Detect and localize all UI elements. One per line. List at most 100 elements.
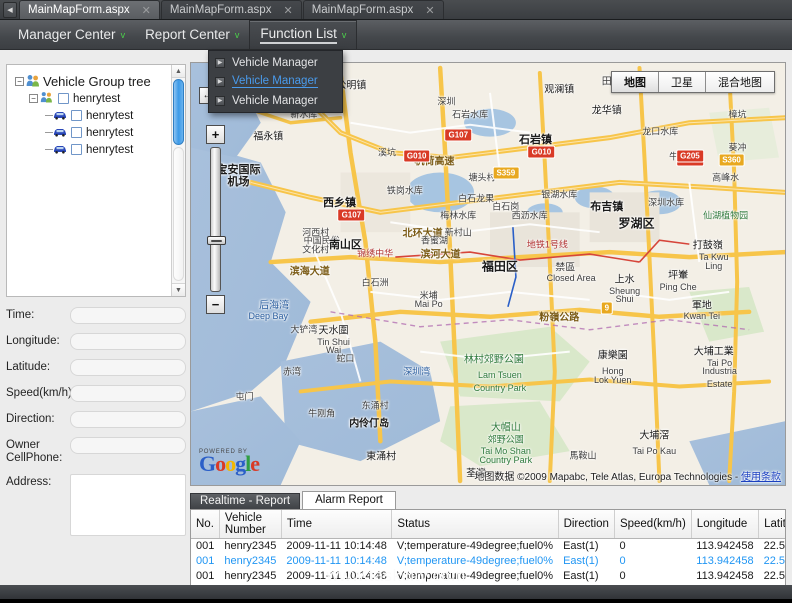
table-cell: 22.555887 xyxy=(763,555,786,567)
table-cell: 001 xyxy=(196,555,215,567)
table-row[interactable]: 001 henry2345 2009-11-11 10:14:48 V;tempera… xyxy=(191,539,785,554)
table-cell: 001 xyxy=(196,570,215,582)
tree-node-checkbox[interactable] xyxy=(71,127,82,138)
window-bottom-bar xyxy=(0,585,792,599)
tree-node-vehicle-1[interactable]: henrytest xyxy=(15,124,171,141)
menu-item-label: Manager Center xyxy=(18,27,116,42)
field-row-0: Time: xyxy=(6,307,186,324)
tree-scrollbar[interactable]: ▲ ▼ xyxy=(171,65,185,296)
table-cell: V;temperature-49degree;fuel0% xyxy=(396,555,554,567)
table-row[interactable]: 001 henry2345 2009-11-11 10:14:48 V;tempera… xyxy=(191,569,785,584)
column-header-5[interactable]: Speed(km/h) xyxy=(614,510,692,539)
browser-tab-2[interactable]: MainMapForm.aspx ✕ xyxy=(302,0,444,19)
terms-of-use-link[interactable]: 使用条款 xyxy=(741,472,781,483)
table-cell: V;temperature-49degree;fuel0% xyxy=(396,540,554,553)
table-row[interactable]: 001 henry2345 2009-11-11 10:14:48 V;tempera… xyxy=(191,554,786,569)
column-header-4[interactable]: Direction xyxy=(558,510,615,539)
column-header-6[interactable]: Longitude xyxy=(691,510,760,539)
scrollbar-track[interactable] xyxy=(173,147,184,281)
map-type-button-0[interactable]: 地图 xyxy=(612,72,659,92)
left-panel: − Vehicle Group tree − henrytest henryte… xyxy=(6,64,186,536)
menu-item-report-center[interactable]: Report Center v xyxy=(135,23,249,47)
tree-node-vehicle-2[interactable]: henrytest xyxy=(15,141,171,158)
zoom-in-button[interactable]: + xyxy=(206,125,225,144)
close-icon[interactable]: ✕ xyxy=(419,4,434,17)
report-tabs: Realtime - Report Alarm Report xyxy=(190,491,786,510)
column-header-0[interactable]: No. xyxy=(191,510,220,539)
tree-vehicle-label: henrytest xyxy=(86,143,134,156)
field-label: Owner CellPhone: xyxy=(6,439,63,464)
field-input[interactable] xyxy=(70,474,186,536)
dropdown-item-1[interactable]: ▶ Vehicle Manager xyxy=(209,72,342,91)
tree-node-root[interactable]: − Vehicle Group tree xyxy=(15,73,171,90)
map-type-switcher[interactable]: 地图 卫星 混合地图 xyxy=(611,71,775,93)
field-input[interactable] xyxy=(70,359,186,376)
column-header-1[interactable]: Vehicle Number xyxy=(219,510,282,539)
scrollbar-thumb[interactable] xyxy=(173,79,184,145)
tree-connector xyxy=(45,149,53,150)
field-row-2: Latitude: xyxy=(6,359,186,376)
field-input[interactable] xyxy=(70,385,186,402)
browser-tab-0[interactable]: MainMapForm.aspx ✕ xyxy=(19,0,160,19)
chevron-down-icon: v xyxy=(341,30,347,40)
map-attribution: 地图数据 ©2009 Mapabc, Tele Atlas, Europa Te… xyxy=(474,468,781,483)
scroll-up-icon[interactable]: ▲ xyxy=(172,65,185,78)
column-header-2[interactable]: Time xyxy=(281,510,393,539)
report-tab-1[interactable]: Alarm Report xyxy=(302,491,396,510)
vehicle-tree: − Vehicle Group tree − henrytest henryte… xyxy=(7,65,171,296)
field-label: Speed(km/h): xyxy=(6,387,76,399)
expander-icon[interactable]: − xyxy=(15,77,24,86)
menu-item-function-list[interactable]: Function List v xyxy=(249,20,358,49)
field-input[interactable] xyxy=(70,307,186,324)
application-window: ◀ MainMapForm.aspx ✕ MainMapForm.aspx ✕ Main… xyxy=(0,0,792,603)
window-outer-frame xyxy=(0,599,792,603)
table-cell: 0 xyxy=(619,570,626,582)
dropdown-item-0[interactable]: ▶ Vehicle Manager xyxy=(209,53,342,72)
table-cell: henry2345 xyxy=(224,540,277,553)
vehicle-detail-fields: Time: Longitude: Latitude: Speed(km/h): Dire… xyxy=(6,307,186,545)
tree-node-checkbox[interactable] xyxy=(71,144,82,155)
submenu-arrow-icon: ▶ xyxy=(215,95,225,106)
tree-group-label: henrytest xyxy=(73,92,121,105)
function-list-dropdown: ▶ Vehicle Manager ▶ Vehicle Manager ▶ Vehicle… xyxy=(208,50,343,113)
zoom-slider-track[interactable] xyxy=(207,147,226,292)
tree-node-checkbox[interactable] xyxy=(71,110,82,121)
tab-scroll-left-icon[interactable]: ◀ xyxy=(3,2,17,18)
browser-tab-1[interactable]: MainMapForm.aspx ✕ xyxy=(160,0,302,19)
map-type-button-2[interactable]: 混合地图 xyxy=(706,72,774,92)
tree-node-vehicle-0[interactable]: henrytest xyxy=(15,107,171,124)
tree-node-group[interactable]: − henrytest xyxy=(15,90,171,107)
scroll-down-icon[interactable]: ▼ xyxy=(172,283,185,296)
page-content: − Vehicle Group tree − henrytest henryte… xyxy=(0,50,792,599)
field-input[interactable] xyxy=(70,333,186,350)
column-header-3[interactable]: Status xyxy=(391,510,559,539)
field-label: Direction: xyxy=(6,413,55,425)
field-row-1: Longitude: xyxy=(6,333,186,350)
menu-item-label: Report Center xyxy=(145,27,230,42)
table-cell: East(1) xyxy=(563,555,599,567)
group-icon xyxy=(40,91,54,106)
zoom-slider-thumb[interactable] xyxy=(207,236,226,245)
zoom-out-button[interactable]: − xyxy=(206,295,225,314)
table-cell: henry2345 xyxy=(224,555,277,567)
map-viewport[interactable]: 地图卫星混合地图 ← + − POWERED BY Google 地图数据 ©2… xyxy=(190,62,786,486)
table-cell: 2009-11-11 10:14:48 xyxy=(286,570,387,582)
field-input[interactable] xyxy=(70,437,186,454)
map-type-button-1[interactable]: 卫星 xyxy=(659,72,706,92)
map-zoom-control[interactable]: + − xyxy=(206,125,228,314)
report-tab-0[interactable]: Realtime - Report xyxy=(190,493,301,510)
expander-icon[interactable]: − xyxy=(29,94,38,103)
browser-tab-strip: ◀ MainMapForm.aspx ✕ MainMapForm.aspx ✕ Main… xyxy=(0,0,792,20)
tree-node-checkbox[interactable] xyxy=(58,93,69,104)
tree-connector xyxy=(45,115,53,116)
column-header-7[interactable]: Latitude xyxy=(758,510,785,539)
chevron-down-icon: v xyxy=(234,29,240,40)
google-logo: POWERED BY Google xyxy=(199,449,260,475)
menu-item-manager-center[interactable]: Manager Center v xyxy=(8,23,135,47)
browser-tab-label: MainMapForm.aspx xyxy=(28,4,130,16)
menu-item-label: Function List xyxy=(260,26,337,44)
close-icon[interactable]: ✕ xyxy=(136,4,151,17)
close-icon[interactable]: ✕ xyxy=(277,4,292,17)
dropdown-item-2[interactable]: ▶ Vehicle Manager xyxy=(209,91,342,110)
field-input[interactable] xyxy=(70,411,186,428)
